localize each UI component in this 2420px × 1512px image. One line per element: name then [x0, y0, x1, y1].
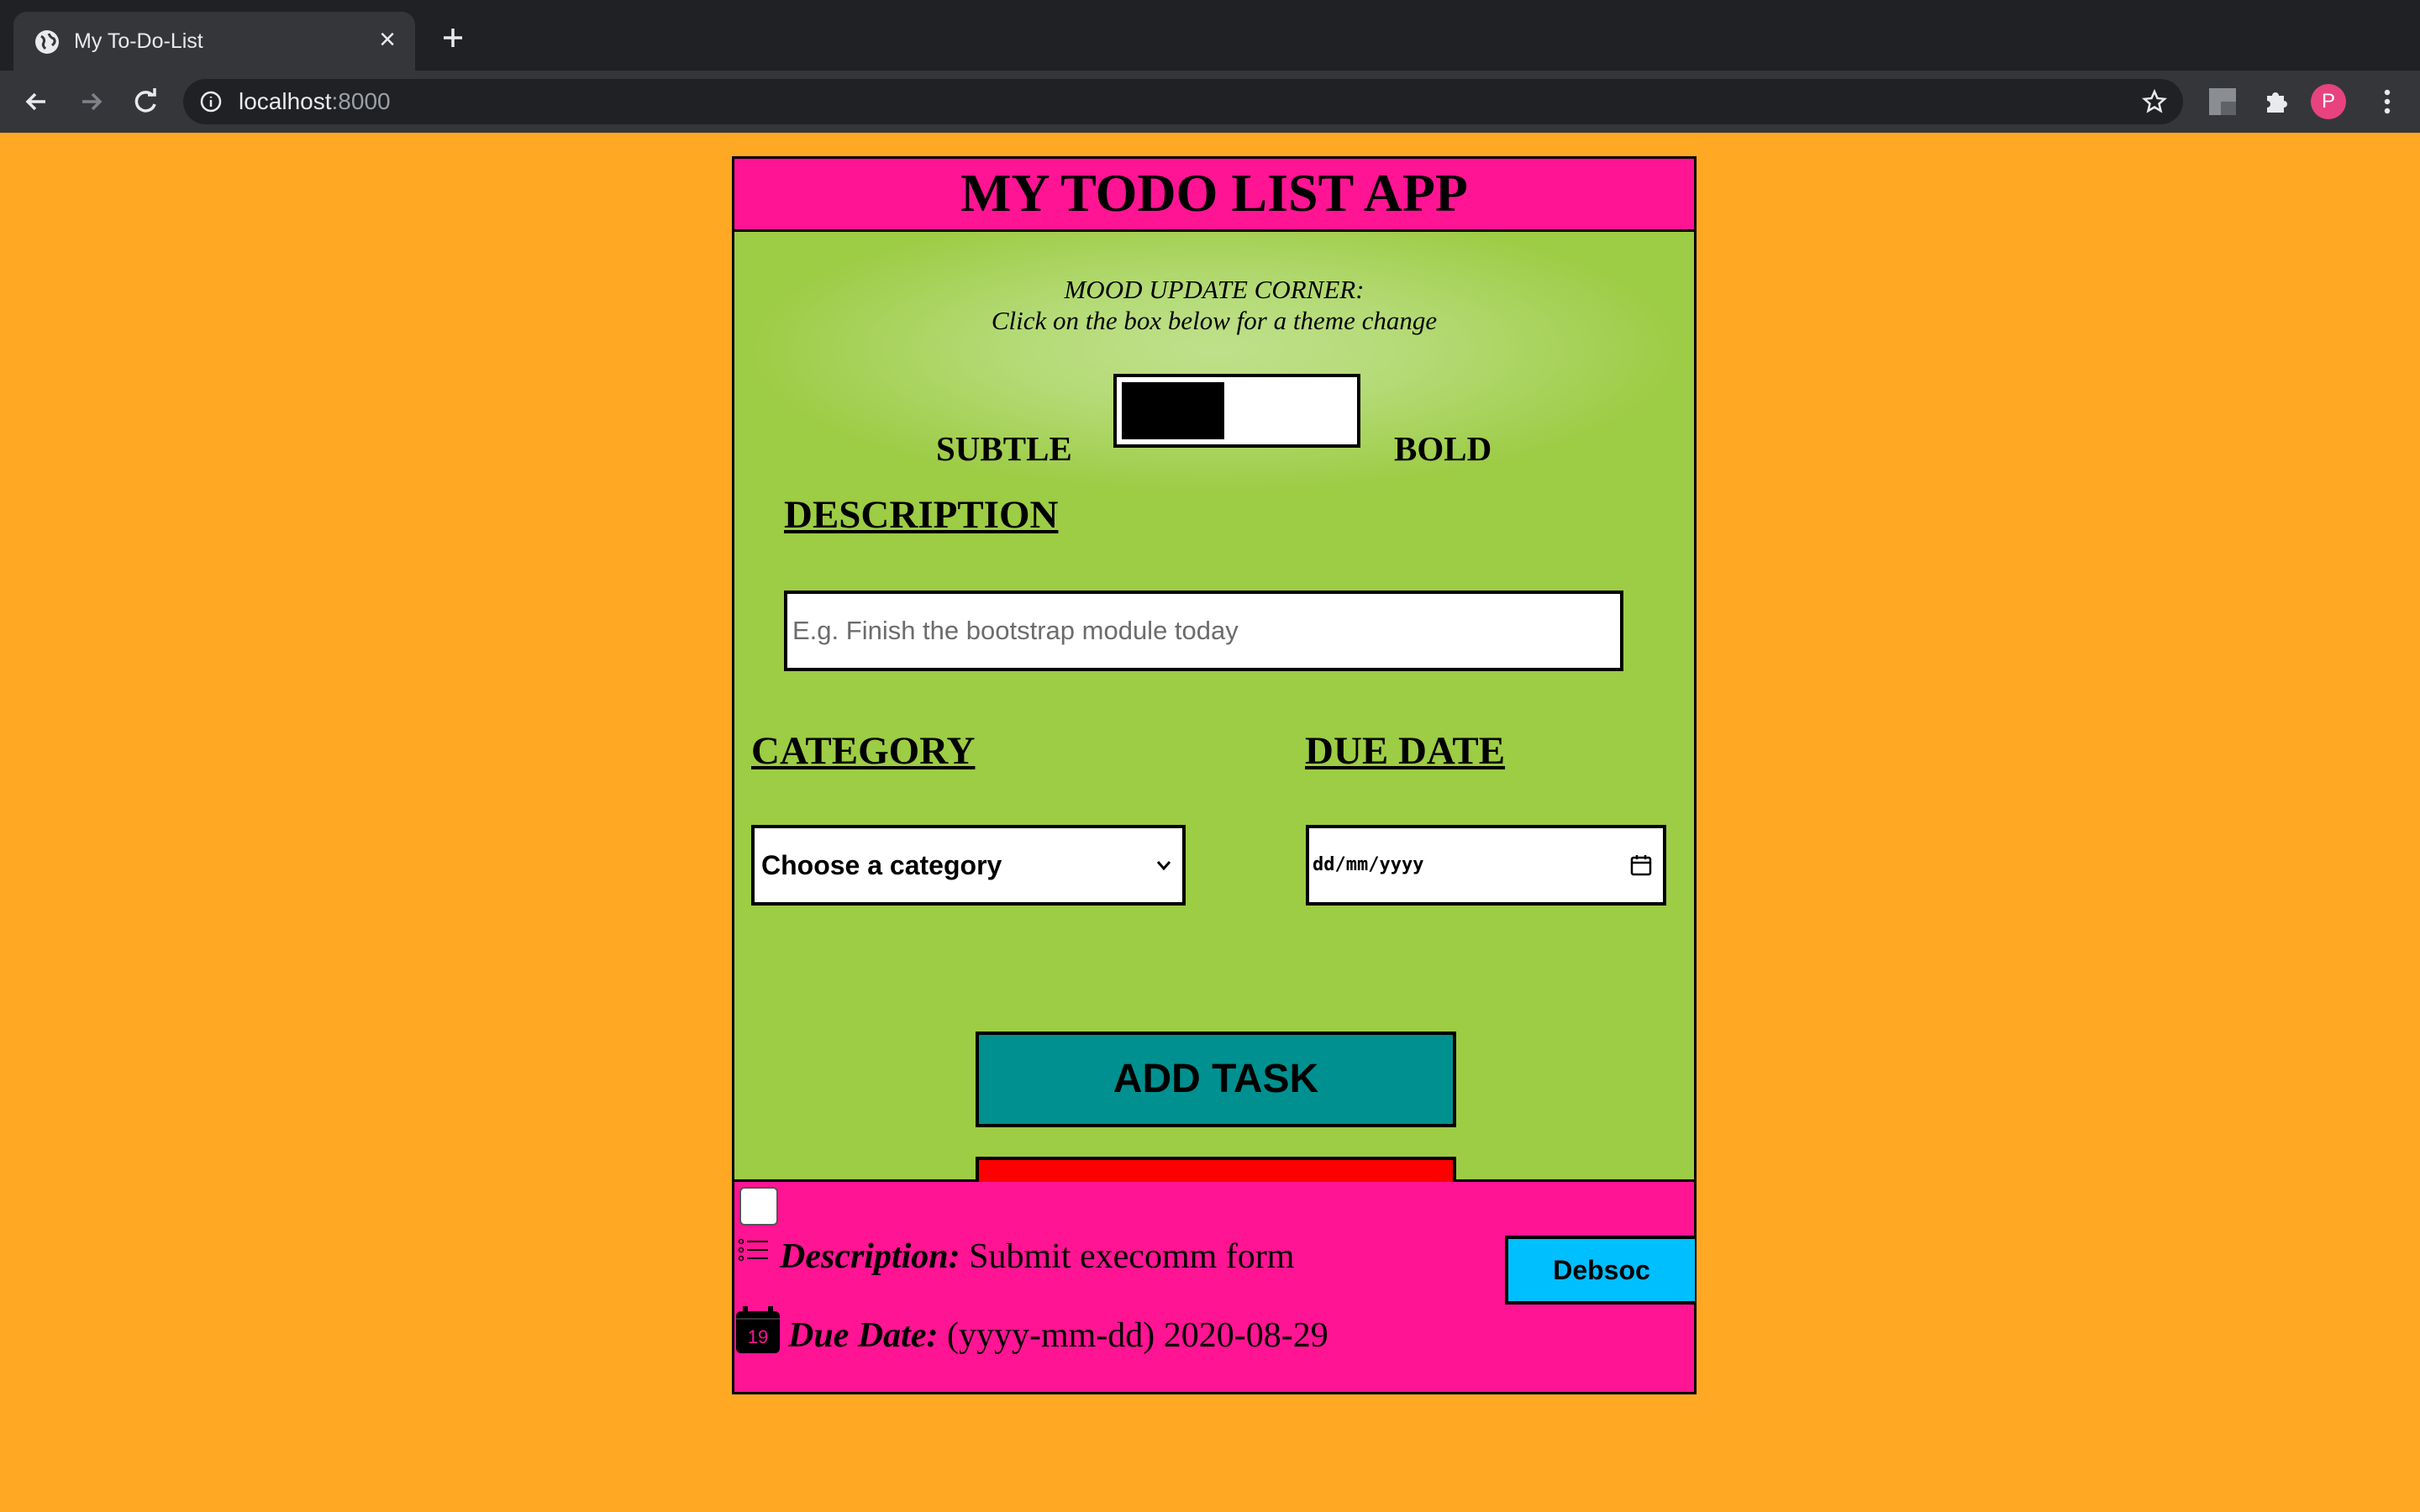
- close-tab-icon[interactable]: ×: [371, 24, 403, 55]
- list-icon: [738, 1238, 768, 1262]
- task-description: Description: Submit execomm form: [780, 1236, 1294, 1278]
- task-checkbox[interactable]: [739, 1187, 778, 1226]
- task-due-value: (yyyy-mm-dd) 2020-08-29: [946, 1316, 1328, 1355]
- app-title: MY TODO LIST APP: [734, 159, 1694, 232]
- browser-tab[interactable]: My To-Do-List ×: [13, 12, 415, 71]
- mood-heading: MOOD UPDATE CORNER:: [1064, 275, 1365, 304]
- task-form-panel: MOOD UPDATE CORNER: Click on the box bel…: [734, 232, 1694, 1252]
- extension-es-icon[interactable]: [2207, 86, 2238, 118]
- bookmark-star-icon[interactable]: [2141, 88, 2168, 115]
- forward-icon[interactable]: [74, 84, 109, 119]
- more-menu-icon[interactable]: [2370, 84, 2405, 119]
- back-icon[interactable]: [18, 84, 54, 119]
- task-list: Description: Submit execomm form Debsoc …: [734, 1182, 1695, 1392]
- browser-toolbar: localhost:8000 P: [0, 71, 2420, 133]
- calendar-day-number: 19: [747, 1326, 769, 1347]
- theme-toggle-knob: [1122, 382, 1224, 439]
- task-description-label: Description:: [780, 1237, 960, 1276]
- calendar-icon: 19: [734, 1306, 781, 1355]
- category-heading: CATEGORY: [751, 729, 976, 773]
- theme-bold-label: BOLD: [1394, 429, 1492, 468]
- due-date-placeholder: dd/mm/yyyy: [1313, 854, 1424, 875]
- description-input[interactable]: E.g. Finish the bootstrap module today: [784, 591, 1623, 671]
- theme-toggle[interactable]: [1113, 374, 1360, 448]
- todo-app-container: MY TODO LIST APP MOOD UPDATE CORNER: Cli…: [732, 156, 1697, 1394]
- address-bar[interactable]: localhost:8000: [183, 79, 2183, 124]
- new-tab-icon[interactable]: [437, 22, 469, 54]
- extensions-puzzle-icon[interactable]: [2260, 86, 2292, 118]
- task-due-label: Due Date:: [788, 1316, 939, 1355]
- reload-icon[interactable]: [128, 84, 163, 119]
- calendar-picker-icon[interactable]: [1629, 853, 1653, 877]
- tab-title: My To-Do-List: [74, 29, 203, 53]
- due-date-input[interactable]: dd/mm/yyyy: [1306, 825, 1666, 906]
- task-description-value: Submit execomm form: [969, 1237, 1295, 1276]
- profile-avatar[interactable]: P: [2311, 84, 2346, 119]
- category-select[interactable]: Choose a category: [751, 825, 1186, 906]
- globe-icon: [35, 30, 59, 54]
- due-date-heading: DUE DATE: [1305, 729, 1506, 773]
- task-due-date: Due Date: (yyyy-mm-dd) 2020-08-29: [788, 1315, 1328, 1357]
- mood-instruction: Click on the box below for a theme chang…: [991, 306, 1438, 335]
- task-category-tag[interactable]: Debsoc: [1505, 1236, 1695, 1305]
- category-selected-value: Choose a category: [761, 850, 1002, 880]
- description-heading: DESCRIPTION: [784, 493, 1059, 537]
- browser-tab-bar: My To-Do-List ×: [0, 0, 2420, 71]
- info-icon[interactable]: [200, 91, 222, 113]
- chevron-down-icon: [1156, 861, 1171, 871]
- url-port: :8000: [331, 88, 391, 114]
- url-text: localhost:8000: [239, 88, 391, 115]
- add-task-button[interactable]: ADD TASK: [976, 1032, 1456, 1127]
- theme-subtle-label: SUBTLE: [936, 429, 1072, 468]
- url-host: localhost: [239, 88, 332, 114]
